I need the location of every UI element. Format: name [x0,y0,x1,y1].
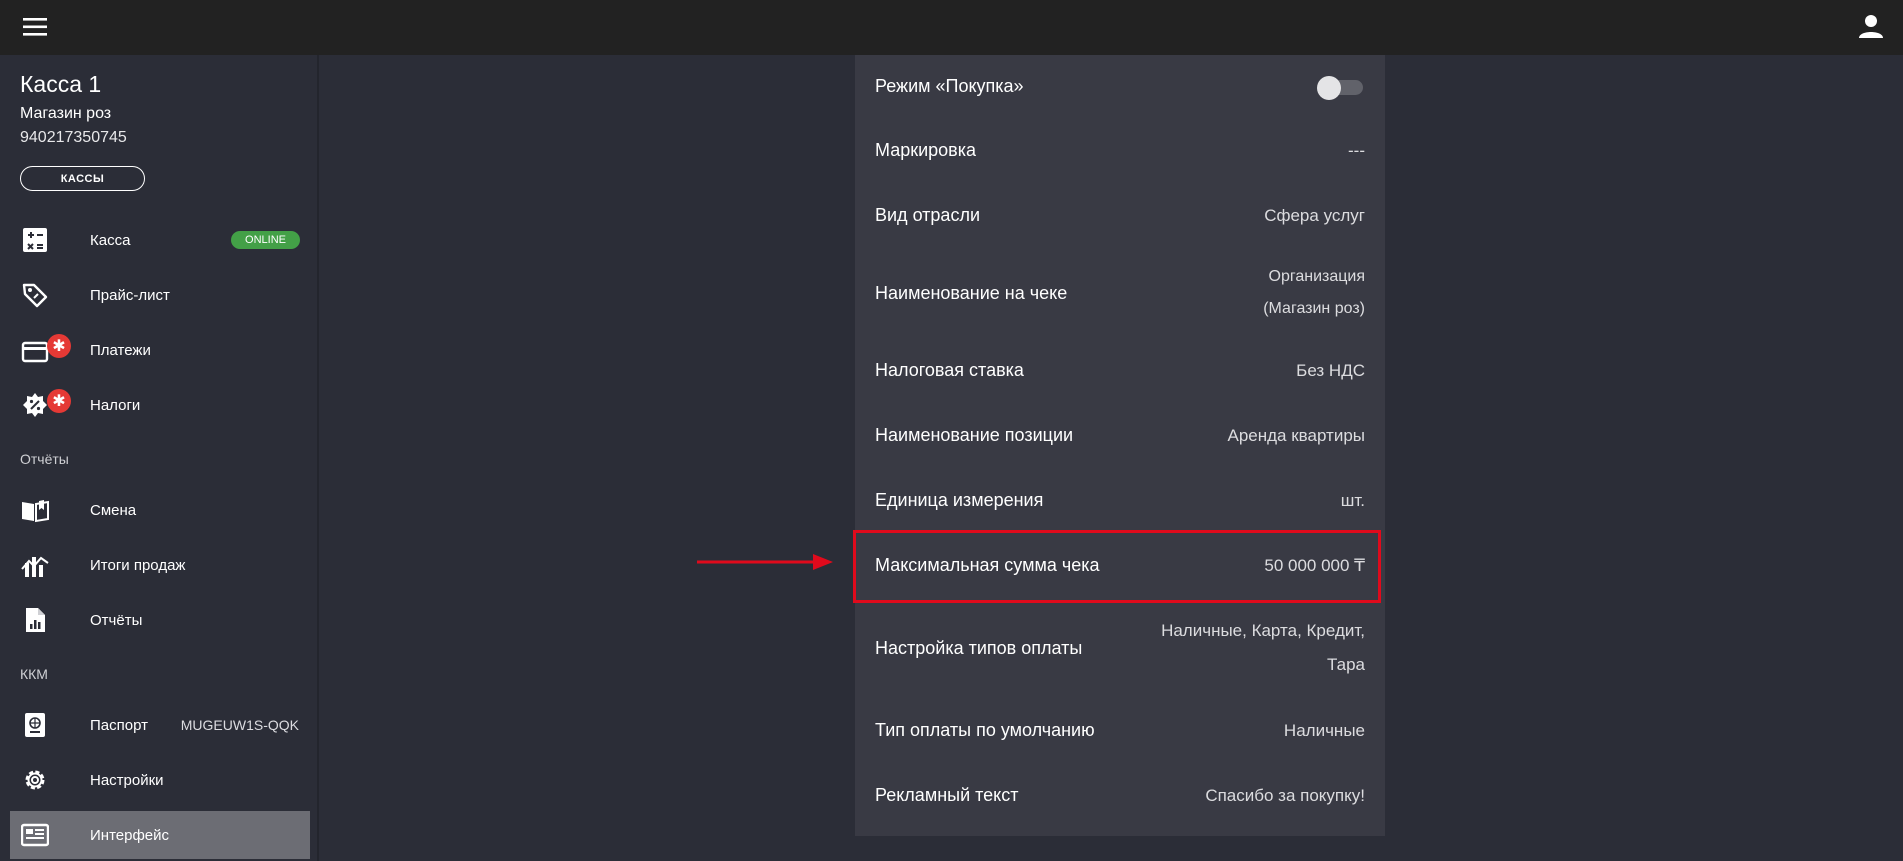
top-app-bar [0,0,1903,55]
sidebar-item-taxes[interactable]: ✱ Налоги [10,381,310,429]
sidebar-item-label: Касса [90,231,131,249]
device-serial: MUGEUW1S-QQK [180,717,299,733]
setting-row-payment-types[interactable]: Настройка типов оплаты Наличные, Карта, … [855,598,1385,698]
setting-label: Тип оплаты по умолчанию [875,720,1095,740]
setting-value-line: Наличные, Карта, Кредит, [1161,621,1365,640]
shop-id: 940217350745 [20,129,127,146]
setting-value-line: Организация [1268,268,1366,285]
setting-label: Режим «Покупка» [875,76,1024,96]
sidebar-item-price-list[interactable]: Прайс-лист [10,271,310,319]
passport-icon [21,711,49,739]
setting-row-tax-rate[interactable]: Налоговая ставка Без НДС [855,338,1385,403]
section-label-reports: Отчёты [20,451,69,467]
sales-chart-icon [21,551,49,579]
setting-label: Максимальная сумма чека [875,555,1100,575]
sidebar-item-sales-summary[interactable]: Итоги продаж [10,541,310,589]
setting-label: Единица измерения [875,490,1044,510]
calculator-icon [21,226,49,254]
sidebar-item-label: Интерфейс [90,826,170,844]
setting-row-purchase-mode[interactable]: Режим «Покупка» [855,55,1385,118]
setting-label: Налоговая ставка [875,360,1024,380]
sidebar-item-interface[interactable]: Интерфейс [10,811,310,859]
setting-label: Рекламный текст [875,785,1019,805]
interface-icon [20,821,50,849]
sidebar-item-label: Прайс-лист [90,286,170,304]
sidebar-item-kassa[interactable]: Касса ONLINE [10,216,310,264]
cash-register-title: Касса 1 [20,71,102,97]
setting-value: Сфера услуг [1264,205,1365,225]
setting-label: Настройка типов оплаты [875,637,1083,658]
purchase-mode-toggle[interactable] [1317,75,1365,100]
online-status-badge: ONLINE [231,231,300,249]
setting-value-line: (Магазин роз) [1263,300,1365,317]
sidebar-item-passport[interactable]: Паспорт MUGEUW1S-QQK [10,701,310,749]
setting-value: 50 000 000 ₸ [1264,555,1365,575]
sidebar-item-label: Смена [90,501,137,519]
gear-icon [21,766,49,794]
settings-panel: Режим «Покупка» Маркировка --- Вид отрас… [855,55,1385,836]
setting-value: Без НДС [1296,360,1365,380]
setting-label: Маркировка [875,140,977,160]
hamburger-icon[interactable] [22,14,48,40]
alert-badge: ✱ [47,334,71,358]
tax-badge-icon: ✱ [21,389,71,419]
sidebar-item-shift[interactable]: Смена [10,486,310,534]
setting-value: Наличные [1283,720,1365,740]
setting-value: Аренда квартиры [1227,425,1365,445]
book-icon [21,496,49,524]
sidebar-item-label: Налоги [90,396,141,414]
setting-value-line: Тара [1327,655,1365,674]
sidebar: Касса 1 Магазин роз 940217350745 КАССЫ К… [0,55,319,861]
sidebar-item-label: Итоги продаж [90,556,186,574]
user-icon[interactable] [1857,12,1885,40]
kassy-button[interactable]: КАССЫ [20,166,145,191]
toggle-knob [1317,75,1341,100]
setting-row-item-name[interactable]: Наименование позиции Аренда квартиры [855,403,1385,468]
price-tag-icon [21,281,49,309]
setting-value: --- [1348,140,1365,160]
payment-card-icon: ✱ [21,334,71,364]
report-file-icon [21,606,49,634]
sidebar-item-label: Платежи [90,341,151,359]
setting-label: Наименование на чеке [875,282,1068,303]
setting-value: Наличные, Карта, Кредит, Тара [1161,614,1365,682]
setting-row-max-receipt-sum[interactable]: Максимальная сумма чека 50 000 000 ₸ [855,533,1385,598]
setting-label: Вид отрасли [875,205,981,225]
alert-badge: ✱ [47,389,71,413]
setting-row-default-payment[interactable]: Тип оплаты по умолчанию Наличные [855,698,1385,763]
setting-row-receipt-name[interactable]: Наименование на чеке Организация (Магази… [855,248,1385,338]
setting-value: шт. [1340,490,1365,510]
annotation-arrow-icon [697,554,833,570]
setting-value: Спасибо за покупку! [1205,785,1365,805]
setting-row-unit[interactable]: Единица измерения шт. [855,468,1385,533]
setting-label: Наименование позиции [875,425,1074,445]
section-label-kkm: ККМ [20,666,48,682]
sidebar-item-payments[interactable]: ✱ Платежи [10,326,310,374]
shop-name: Магазин роз [20,105,112,122]
sidebar-item-settings[interactable]: Настройки [10,756,310,804]
sidebar-item-label: Паспорт [90,716,148,734]
setting-row-industry[interactable]: Вид отрасли Сфера услуг [855,183,1385,248]
setting-value: Организация (Магазин роз) [1263,261,1365,325]
setting-row-marking[interactable]: Маркировка --- [855,118,1385,183]
sidebar-item-label: Отчёты [90,611,143,629]
setting-row-ad-text[interactable]: Рекламный текст Спасибо за покупку! [855,763,1385,828]
sidebar-item-label: Настройки [90,771,164,789]
sidebar-item-reports[interactable]: Отчёты [10,596,310,644]
